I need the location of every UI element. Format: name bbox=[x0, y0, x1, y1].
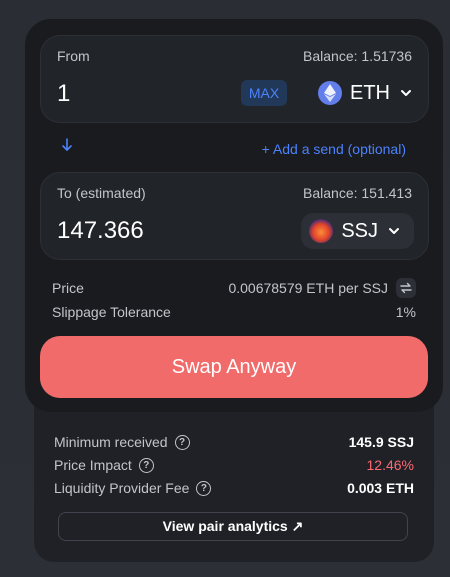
slippage-row: Slippage Tolerance 1% bbox=[52, 302, 416, 322]
max-button[interactable]: MAX bbox=[241, 80, 287, 106]
swap-anyway-button[interactable]: Swap Anyway bbox=[40, 336, 428, 398]
lp-fee-label: Liquidity Provider Fee bbox=[54, 480, 190, 496]
swap-card: From Balance: 1.51736 MAX ETH + Add a se… bbox=[25, 19, 443, 412]
help-icon[interactable]: ? bbox=[138, 457, 154, 473]
to-panel: To (estimated) Balance: 151.413 SSJ bbox=[40, 172, 429, 260]
switch-direction-arrow-icon[interactable] bbox=[60, 137, 74, 158]
eth-token-icon bbox=[318, 81, 342, 105]
to-amount-input[interactable] bbox=[57, 217, 207, 245]
lp-fee-value: 0.003 ETH bbox=[347, 480, 414, 496]
view-pair-analytics-button[interactable]: View pair analytics ↗ bbox=[58, 512, 408, 541]
chevron-down-icon bbox=[386, 223, 402, 239]
lp-fee-row: Liquidity Provider Fee ? 0.003 ETH bbox=[54, 478, 414, 498]
price-label: Price bbox=[52, 280, 84, 296]
chevron-down-icon bbox=[398, 85, 414, 101]
price-value: 0.00678579 ETH per SSJ bbox=[228, 280, 388, 296]
slippage-label: Slippage Tolerance bbox=[52, 304, 171, 320]
price-row: Price 0.00678579 ETH per SSJ bbox=[52, 278, 416, 298]
help-icon[interactable]: ? bbox=[174, 434, 190, 450]
minimum-received-label: Minimum received bbox=[54, 434, 168, 450]
to-label: To (estimated) bbox=[57, 185, 146, 201]
price-impact-value: 12.46% bbox=[366, 457, 414, 473]
to-token-symbol: SSJ bbox=[341, 219, 378, 242]
to-balance: Balance: 151.413 bbox=[303, 185, 412, 201]
price-impact-row: Price Impact ? 12.46% bbox=[54, 455, 414, 475]
to-token-selector[interactable]: SSJ bbox=[301, 213, 414, 249]
from-amount-input[interactable] bbox=[57, 80, 207, 108]
slippage-value: 1% bbox=[395, 304, 416, 320]
from-token-symbol: ETH bbox=[350, 81, 390, 104]
price-impact-label: Price Impact bbox=[54, 457, 132, 473]
from-panel: From Balance: 1.51736 MAX ETH bbox=[40, 35, 429, 123]
add-send-link[interactable]: + Add a send (optional) bbox=[262, 141, 406, 157]
from-token-selector[interactable]: ETH bbox=[318, 78, 414, 108]
help-icon[interactable]: ? bbox=[196, 480, 212, 496]
minimum-received-row: Minimum received ? 145.9 SSJ bbox=[54, 432, 414, 452]
from-balance: Balance: 1.51736 bbox=[303, 48, 412, 64]
minimum-received-value: 145.9 SSJ bbox=[348, 434, 414, 450]
ssj-token-icon bbox=[309, 219, 334, 243]
invert-price-icon[interactable] bbox=[396, 278, 416, 298]
from-label: From bbox=[57, 48, 90, 64]
